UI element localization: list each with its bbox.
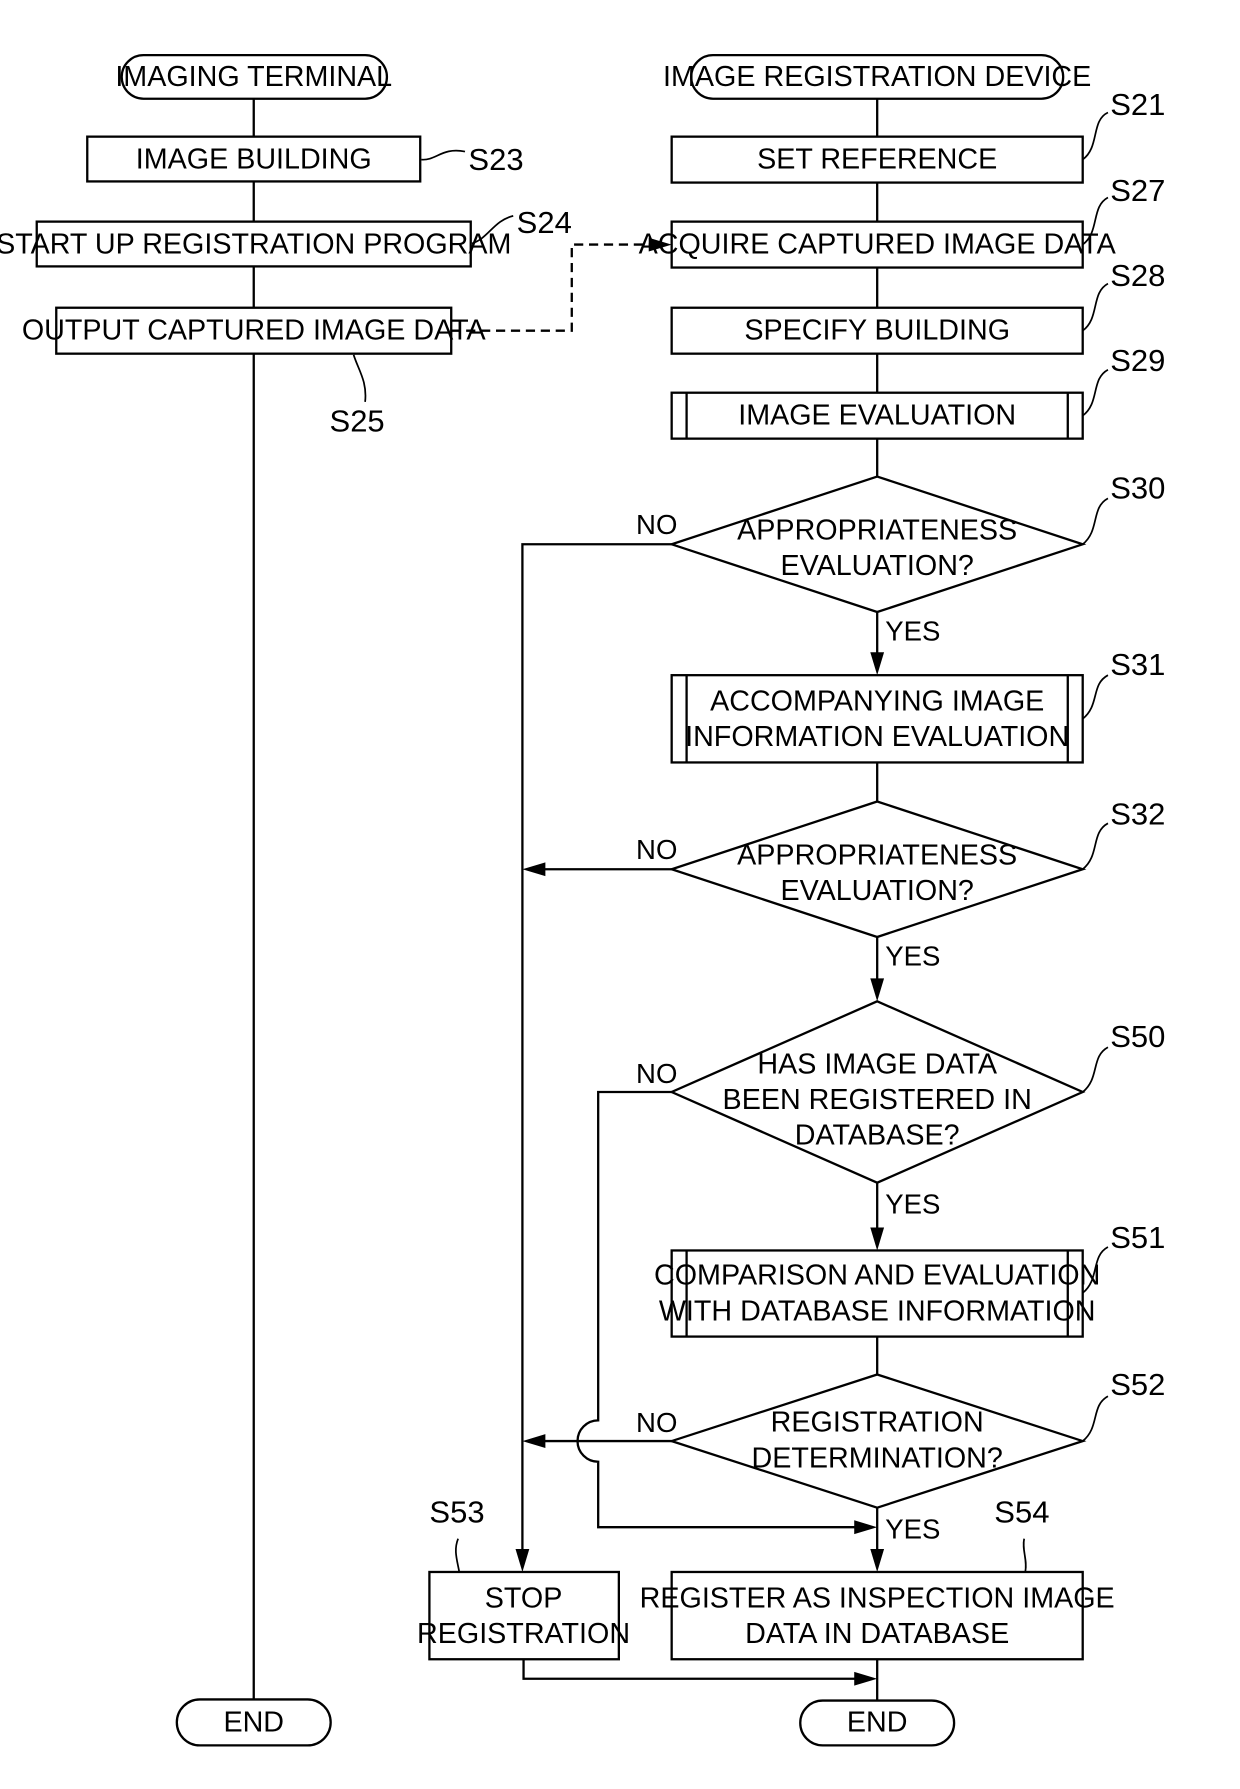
- decision-s50: HAS IMAGE DATA BEEN REGISTERED IN DATABA…: [636, 1000, 1165, 1220]
- process-label: IMAGE EVALUATION: [738, 400, 1016, 432]
- leader-s31: [1082, 674, 1109, 720]
- process-s27: ACQUIRE CAPTURED IMAGE DATA S27: [639, 173, 1165, 269]
- step-label-s23: S23: [468, 142, 523, 177]
- process-label: IMAGE BUILDING: [136, 144, 372, 176]
- process-label-line: DATA IN DATABASE: [745, 1618, 1009, 1650]
- subprocess-s51: COMPARISON AND EVALUATION WITH DATABASE …: [654, 1220, 1165, 1338]
- arrowhead: [854, 1520, 878, 1535]
- arrowhead: [870, 978, 885, 1002]
- branch-no-s52: NO: [636, 1407, 677, 1438]
- decision-s30: APPROPRIATENESS EVALUATION? S30 NO YES: [636, 470, 1165, 646]
- decision-label-line: EVALUATION?: [780, 550, 973, 582]
- terminal-end-right: END: [799, 1699, 956, 1747]
- step-label-s32: S32: [1110, 796, 1165, 831]
- lane-title-left: IMAGING TERMINAL: [115, 61, 392, 93]
- step-label-s51: S51: [1110, 1220, 1165, 1255]
- process-label-line: ACCOMPANYING IMAGE: [710, 686, 1044, 718]
- step-label-s52: S52: [1110, 1367, 1165, 1402]
- leader-s25: [352, 354, 367, 402]
- subprocess-s31: ACCOMPANYING IMAGE INFORMATION EVALUATIO…: [670, 647, 1165, 764]
- process-s21: SET REFERENCE S21: [670, 87, 1165, 184]
- decision-s52: REGISTRATION DETERMINATION? S52 NO YES: [636, 1367, 1165, 1545]
- process-label-line: REGISTER AS INSPECTION IMAGE: [640, 1582, 1115, 1614]
- end-label-left: END: [223, 1706, 284, 1738]
- arrowhead: [870, 1549, 885, 1572]
- leader-s32: [1082, 822, 1109, 870]
- decision-s32: APPROPRIATENESS EVALUATION? S32 NO YES: [636, 796, 1165, 971]
- process-label-line: COMPARISON AND EVALUATION: [654, 1260, 1100, 1292]
- decision-label-line: APPROPRIATENESS: [737, 839, 1017, 871]
- terminal-imaging-terminal: IMAGING TERMINAL: [115, 53, 392, 100]
- arrowhead: [870, 652, 885, 676]
- leader-s52: [1082, 1395, 1109, 1442]
- leader-s23: [421, 149, 466, 161]
- process-label: ACQUIRE CAPTURED IMAGE DATA: [639, 229, 1117, 261]
- branch-yes-s50: YES: [885, 1189, 940, 1220]
- step-label-s28: S28: [1110, 258, 1165, 293]
- step-label-s25: S25: [330, 404, 385, 439]
- process-label: SET REFERENCE: [757, 144, 997, 176]
- decision-label-line: DETERMINATION?: [752, 1442, 1003, 1474]
- branch-no-s32: NO: [636, 834, 677, 865]
- decision-label-line: DATABASE?: [795, 1120, 960, 1152]
- process-s28: SPECIFY BUILDING S28: [670, 258, 1165, 355]
- process-label: OUTPUT CAPTURED IMAGE DATA: [22, 315, 487, 347]
- process-label: START UP REGISTRATION PROGRAM: [0, 229, 511, 261]
- arrowhead: [515, 1549, 530, 1572]
- process-label-line: STOP: [485, 1582, 563, 1614]
- decision-label-line: EVALUATION?: [780, 875, 973, 907]
- lane-title-right: IMAGE REGISTRATION DEVICE: [663, 61, 1091, 93]
- decision-label-line: BEEN REGISTERED IN: [723, 1084, 1032, 1116]
- step-label-s50: S50: [1110, 1019, 1165, 1054]
- step-label-s54: S54: [994, 1495, 1049, 1530]
- process-s23: IMAGE BUILDING S23: [86, 135, 524, 183]
- arrowhead: [522, 1434, 546, 1448]
- leader-s54: [1022, 1538, 1027, 1573]
- process-label-line: REGISTRATION: [417, 1618, 630, 1650]
- arrowhead: [522, 862, 546, 877]
- leader-s30: [1082, 497, 1109, 545]
- step-label-s21: S21: [1110, 87, 1165, 122]
- branch-yes-s32: YES: [885, 941, 940, 972]
- leader-s28: [1082, 282, 1109, 332]
- terminal-end-left: END: [175, 1698, 332, 1747]
- branch-yes-s30: YES: [885, 616, 940, 647]
- branch-no-s50: NO: [636, 1058, 677, 1089]
- step-label-s29: S29: [1110, 343, 1165, 378]
- decision-label-line: REGISTRATION: [771, 1407, 984, 1439]
- step-label-s27: S27: [1110, 173, 1165, 208]
- process-label-line: INFORMATION EVALUATION: [685, 721, 1069, 753]
- step-label-s31: S31: [1110, 647, 1165, 682]
- terminal-image-registration-device: IMAGE REGISTRATION DEVICE: [663, 53, 1091, 100]
- end-label-right: END: [847, 1706, 908, 1738]
- arrowhead: [870, 1227, 885, 1251]
- flowchart-diagram: IMAGING TERMINAL IMAGE BUILDING S23 STAR…: [0, 53, 1165, 1747]
- leader-s29: [1082, 368, 1109, 417]
- process-s24: START UP REGISTRATION PROGRAM S24: [0, 205, 572, 268]
- decision-label-line: APPROPRIATENESS: [737, 514, 1017, 546]
- leader-s53: [454, 1538, 461, 1573]
- subprocess-s29: IMAGE EVALUATION S29: [670, 343, 1165, 440]
- step-label-s53: S53: [429, 1495, 484, 1530]
- decision-label-line: HAS IMAGE DATA: [757, 1048, 997, 1080]
- connector-s53-to-end: [522, 1659, 856, 1680]
- process-label: SPECIFY BUILDING: [744, 315, 1010, 347]
- arrowhead: [854, 1671, 878, 1686]
- process-label-line: WITH DATABASE INFORMATION: [659, 1295, 1096, 1327]
- branch-yes-s52: YES: [885, 1514, 940, 1545]
- step-label-s30: S30: [1110, 470, 1165, 505]
- leader-s50: [1082, 1046, 1109, 1093]
- branch-no-s30: NO: [636, 509, 677, 540]
- step-label-s24: S24: [517, 205, 572, 240]
- leader-s21: [1082, 111, 1109, 161]
